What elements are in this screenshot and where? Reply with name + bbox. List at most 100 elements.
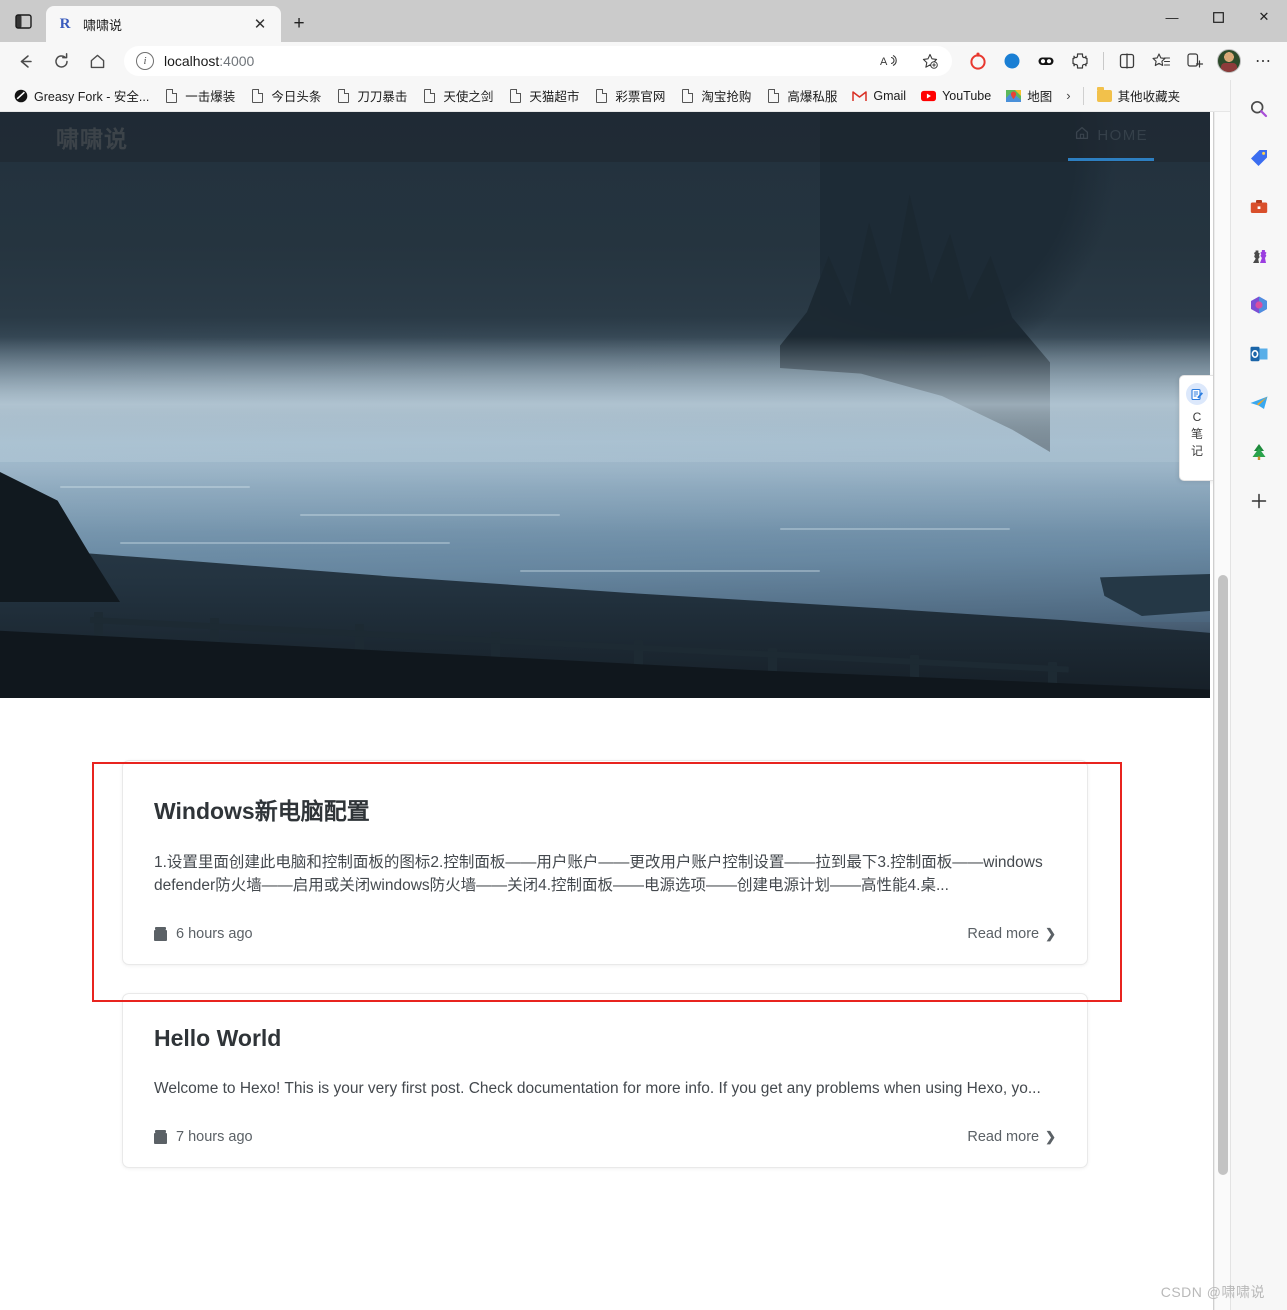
tab-favicon-icon: R [59, 15, 71, 32]
address-bar-url: localhost:4000 [164, 53, 255, 69]
site-title[interactable]: 啸啸说 [56, 120, 128, 154]
post-card[interactable]: Hello World Welcome to Hexo! This is you… [122, 992, 1088, 1168]
page-scrollbar[interactable] [1214, 112, 1230, 1310]
bookmarks-overflow-chevron-icon[interactable]: › [1060, 85, 1076, 106]
tree-icon[interactable] [1244, 437, 1274, 467]
page-viewport: 啸啸说 HOME Windows新电脑配置 1.设置里面创建此电脑和控制面板的图… [0, 112, 1213, 1310]
search-icon[interactable] [1244, 94, 1274, 124]
site-header: 啸啸说 HOME [0, 112, 1210, 162]
post-excerpt: 1.设置里面创建此电脑和控制面板的图标2.控制面板——用户账户——更改用户账户控… [154, 854, 1043, 894]
refresh-icon[interactable] [44, 46, 78, 76]
hero-banner-image: 啸啸说 HOME [0, 112, 1210, 698]
post-title[interactable]: Hello World [154, 1025, 1056, 1052]
bookmark-item[interactable]: 刀刀暴击 [329, 83, 414, 108]
floating-note-widget[interactable]: C 笔 记 [1179, 375, 1213, 481]
games-icon[interactable] [1244, 241, 1274, 271]
page-icon [422, 88, 437, 103]
note-widget-line-1: C [1192, 410, 1202, 424]
page-icon [164, 88, 179, 103]
tab-title: 啸啸说 [83, 17, 123, 33]
tools-briefcase-icon[interactable] [1244, 192, 1274, 222]
greasyfork-icon [13, 88, 28, 103]
bookmark-item[interactable]: 高爆私服 [759, 83, 844, 108]
page-icon [336, 88, 351, 103]
extension-dots-icon[interactable] [1030, 46, 1062, 76]
page-icon [250, 88, 265, 103]
post-card[interactable]: Windows新电脑配置 1.设置里面创建此电脑和控制面板的图标2.控制面板——… [122, 760, 1088, 965]
bookmark-label: 高爆私服 [787, 90, 838, 104]
nav-item-home[interactable]: HOME [1068, 113, 1154, 161]
add-favorite-icon[interactable] [914, 46, 946, 76]
bookmark-item[interactable]: 地图 [999, 83, 1059, 108]
calendar-icon [154, 1129, 167, 1144]
telegram-icon[interactable] [1244, 388, 1274, 418]
scrollbar-thumb[interactable] [1218, 575, 1228, 1175]
bookmark-item[interactable]: Greasy Fork - 安全... [6, 83, 156, 108]
read-more-label: Read more [967, 1128, 1040, 1145]
microsoft-365-icon[interactable] [1244, 290, 1274, 320]
split-screen-icon[interactable] [1111, 46, 1143, 76]
bookmark-label: Gmail [873, 88, 907, 103]
bookmark-label: YouTube [942, 88, 992, 103]
chevron-right-icon: ❯ [1045, 925, 1056, 941]
bookmark-item[interactable]: 一击爆装 [157, 83, 242, 108]
favorites-icon[interactable] [1145, 46, 1177, 76]
maximize-button[interactable] [1195, 0, 1241, 34]
bookmark-item[interactable]: 天猫超市 [501, 83, 586, 108]
bookmark-label: 一击爆装 [185, 90, 236, 104]
outlook-icon[interactable] [1244, 339, 1274, 369]
title-bar: R 啸啸说 ✕ + — ✕ [0, 0, 1287, 42]
read-aloud-icon[interactable]: A [872, 46, 904, 76]
other-bookmarks-folder[interactable]: 其他收藏夹 [1090, 83, 1188, 108]
tab-actions-icon[interactable] [0, 0, 46, 42]
bookmark-item[interactable]: 彩票官网 [587, 83, 672, 108]
post-date-label: 7 hours ago [176, 1128, 253, 1145]
page-icon [766, 88, 781, 103]
site-info-icon[interactable]: i [136, 52, 154, 70]
post-excerpt: Welcome to Hexo! This is your very first… [154, 1079, 1041, 1097]
bookmark-label: Greasy Fork - 安全... [34, 90, 150, 104]
bookmark-item[interactable]: 淘宝抢购 [673, 83, 758, 108]
read-more-label: Read more [967, 925, 1040, 942]
note-widget-line-2: 笔 [1190, 427, 1203, 442]
post-title[interactable]: Windows新电脑配置 [154, 792, 1056, 826]
browser-tab[interactable]: R 啸啸说 ✕ [46, 6, 281, 42]
youtube-icon [921, 88, 937, 103]
extension-red-icon[interactable] [962, 46, 994, 76]
bookmark-item[interactable]: 天使之剑 [415, 83, 500, 108]
back-icon[interactable] [8, 46, 42, 76]
navigation-toolbar: i localhost:4000 A ⋯ [0, 42, 1287, 80]
extensions-puzzle-icon[interactable] [1064, 46, 1096, 76]
shopping-tag-icon[interactable] [1244, 143, 1274, 173]
toolbar-divider [1103, 52, 1104, 70]
extension-blue-icon[interactable] [996, 46, 1028, 76]
avatar[interactable] [1213, 46, 1245, 76]
csdn-watermark: CSDN @啸啸说 [1160, 1284, 1265, 1300]
new-tab-button[interactable]: + [281, 6, 317, 42]
post-footer: 7 hours ago Read more ❯ [154, 1129, 1056, 1145]
gmail-icon [852, 88, 868, 103]
close-window-button[interactable]: ✕ [1241, 0, 1287, 34]
home-icon[interactable] [80, 46, 114, 76]
close-tab-icon[interactable]: ✕ [249, 13, 271, 35]
chevron-right-icon: ❯ [1045, 1128, 1056, 1144]
minimize-button[interactable]: — [1149, 0, 1195, 34]
collections-icon[interactable] [1179, 46, 1211, 76]
note-widget-line-3: 记 [1190, 444, 1203, 459]
bookmark-item[interactable]: 今日头条 [243, 83, 328, 108]
bookmark-item[interactable]: Gmail [845, 85, 913, 106]
settings-and-more-button[interactable]: ⋯ [1247, 46, 1279, 76]
bookmark-item[interactable]: YouTube [914, 85, 998, 106]
bookmark-label: 天使之剑 [443, 90, 494, 104]
bookmark-label: 天猫超市 [529, 90, 580, 104]
bookmark-label: 淘宝抢购 [701, 90, 752, 104]
post-footer: 6 hours ago Read more ❯ [154, 926, 1056, 942]
bookmarks-bar: Greasy Fork - 安全... 一击爆装 今日头条 刀刀暴击 天使之剑 … [0, 80, 1287, 112]
browser-window: R 啸啸说 ✕ + — ✕ i localhost:4000 A ⋯ Greas… [0, 0, 1287, 1310]
add-sidebar-app-icon[interactable] [1244, 486, 1274, 516]
address-bar[interactable]: i localhost:4000 A [124, 46, 952, 76]
home-icon [1074, 125, 1090, 145]
read-more-link[interactable]: Read more ❯ [967, 1129, 1056, 1145]
nav-item-home-label: HOME [1097, 126, 1148, 144]
read-more-link[interactable]: Read more ❯ [967, 926, 1056, 942]
